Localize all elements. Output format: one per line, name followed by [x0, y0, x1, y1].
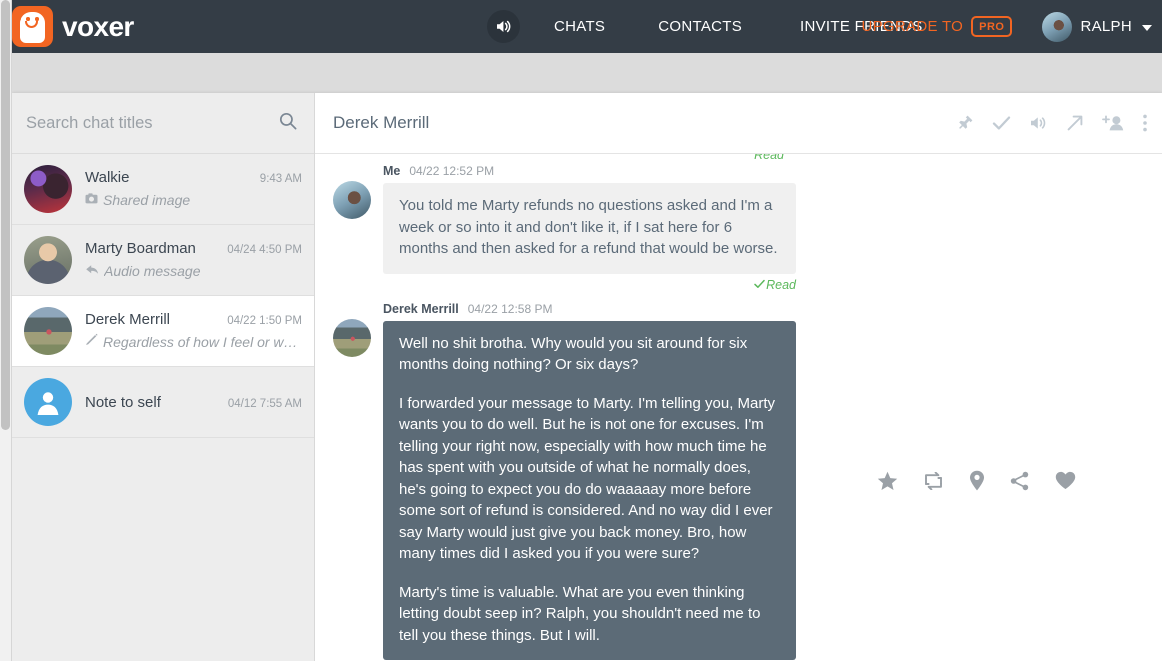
status-badge: Read [383, 278, 796, 292]
chat-title: Marty Boardman [85, 240, 196, 257]
pencil-icon [85, 333, 98, 351]
search-input[interactable] [26, 113, 272, 133]
top-navbar: voxer CHATS CONTACTS INVITE FRIENDS UPGR… [0, 0, 1162, 53]
message-timestamp: 04/22 12:58 PM [467, 301, 553, 316]
message-author: Me [383, 164, 401, 178]
list-item[interactable]: Note to self 04/12 7:55 AM [12, 367, 314, 438]
derek-merrill-avatar-photo [333, 318, 371, 357]
message-paragraph: Well no shit brotha. Why would you sit a… [399, 334, 748, 374]
message-thread[interactable]: Read Me 04/22 12:52 PM You told me Marty… [315, 154, 1162, 661]
message-bubble[interactable]: You told me Marty refunds no questions a… [383, 183, 796, 274]
list-item[interactable]: Marty Boardman 04/24 4:50 PM Audio messa… [12, 225, 314, 296]
chat-preview: Shared image [103, 192, 191, 208]
panels-container: Walkie 9:43 AM Shared ima [12, 93, 1162, 661]
chat-timestamp: 04/22 1:50 PM [227, 315, 302, 327]
star-icon[interactable] [877, 471, 898, 491]
nav-link-contacts[interactable]: CONTACTS [648, 18, 752, 35]
pro-badge: PRO [971, 16, 1013, 37]
person-silhouette-icon [24, 378, 72, 426]
repeat-icon[interactable] [923, 471, 944, 490]
note-to-self-avatar [24, 378, 72, 426]
search-bar [12, 93, 314, 154]
scrollbar[interactable] [0, 0, 12, 661]
chat-title: Walkie [85, 169, 130, 186]
share-icon[interactable] [1010, 471, 1030, 491]
me-avatar-photo [333, 181, 371, 219]
check-icon[interactable] [992, 114, 1011, 132]
upgrade-to-pro-button[interactable]: UPGRADE TO PRO [861, 16, 1013, 37]
nav-link-chats[interactable]: CHATS [544, 18, 615, 35]
reply-arrow-icon [85, 262, 99, 280]
page-title: Derek Merrill [333, 113, 430, 132]
message-paragraph: Marty's time is valuable. What are you e… [399, 583, 761, 644]
list-item-selected[interactable]: Derek Merrill 04/22 1:50 PM Regardless o… [12, 296, 314, 367]
brand-logo[interactable]: voxer [0, 6, 134, 47]
chevron-down-icon [1142, 24, 1152, 31]
message-paragraph: You told me Marty refunds no questions a… [399, 197, 778, 257]
pin-icon[interactable] [956, 114, 974, 132]
chat-title: Note to self [85, 393, 161, 411]
brand-name: voxer [62, 10, 134, 42]
heart-icon[interactable] [1055, 471, 1076, 490]
chat-list-sidebar: Walkie 9:43 AM Shared ima [12, 93, 315, 661]
header-actions [956, 113, 1148, 133]
message-author: Derek Merrill [383, 301, 459, 316]
chat-title: Derek Merrill [85, 311, 171, 328]
chat-preview: Audio message [104, 263, 201, 279]
message-paragraph: I forwarded your message to Marty. I'm t… [399, 394, 776, 563]
camera-icon [85, 191, 98, 209]
arrow-up-right-icon[interactable] [1066, 114, 1084, 132]
user-menu[interactable]: RALPH [1042, 11, 1152, 42]
conversation-panel: Derek Merrill Read Me 04/22 12:52 PM You… [315, 93, 1162, 661]
read-label: Read [766, 277, 796, 292]
nav-right-group: UPGRADE TO PRO RALPH [861, 0, 1152, 53]
chat-preview: Regardless of how I feel or wha… [103, 334, 302, 350]
user-name: RALPH [1080, 18, 1132, 35]
chat-list: Walkie 9:43 AM Shared image Marty Boardm… [12, 154, 314, 661]
upgrade-label: UPGRADE TO [861, 18, 964, 35]
app-shell: Walkie 9:43 AM Shared ima [0, 53, 1162, 661]
message-timestamp: 04/22 12:52 PM [409, 164, 495, 178]
list-item[interactable]: Walkie 9:43 AM Shared image [12, 154, 314, 225]
chat-timestamp: 04/24 4:50 PM [227, 244, 302, 256]
speaker-volume-icon[interactable] [487, 10, 520, 43]
chat-timestamp: 9:43 AM [259, 173, 302, 185]
conversation-header: Derek Merrill [315, 93, 1162, 154]
marty-boardman-avatar-photo [24, 236, 72, 284]
clipped-read-status: Read [754, 154, 784, 162]
search-icon[interactable] [278, 111, 298, 136]
more-vertical-icon[interactable] [1142, 113, 1148, 133]
walkie-avatar-photo [24, 165, 72, 213]
message-row: Me 04/22 12:52 PM You told me Marty refu… [315, 164, 1162, 292]
social-actions [877, 470, 1076, 491]
add-person-icon[interactable] [1102, 114, 1124, 132]
voxer-walkie-talkie-logo-icon [12, 6, 53, 47]
derek-merrill-avatar-photo [24, 307, 72, 355]
location-pin-icon[interactable] [969, 470, 985, 491]
chat-timestamp: 04/12 7:55 AM [227, 397, 302, 410]
check-icon [754, 278, 765, 292]
scrollbar-thumb[interactable] [1, 0, 10, 430]
avatar [1042, 11, 1073, 42]
message-bubble[interactable]: Well no shit brotha. Why would you sit a… [383, 320, 796, 660]
speaker-icon[interactable] [1029, 114, 1048, 132]
